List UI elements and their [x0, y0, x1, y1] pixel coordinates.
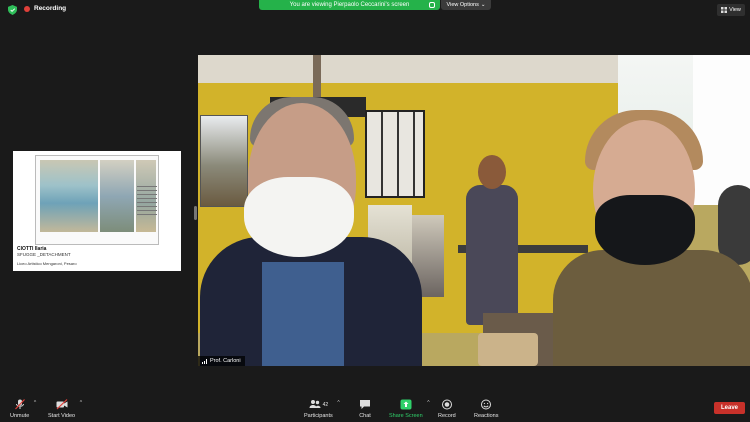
reactions-button[interactable]: Reactions	[474, 399, 498, 419]
slide-artwork-title: SFUGGE _DETACHMENT	[17, 252, 71, 257]
artwork-image	[35, 155, 159, 245]
slide-school-name: Liceo Artistico Mengaroni, Pesaro	[17, 261, 77, 266]
recording-indicator[interactable]: Recording	[24, 5, 66, 12]
chevron-up-icon[interactable]: ^	[427, 400, 429, 406]
share-screen-button[interactable]: Share Screen ^	[389, 399, 430, 419]
video-person-background	[464, 155, 520, 325]
chevron-up-icon[interactable]: ^	[34, 400, 36, 406]
mic-muted-icon	[14, 399, 25, 410]
record-button[interactable]: Record	[438, 399, 456, 419]
participants-icon	[309, 400, 321, 408]
start-video-button[interactable]: Start Video ^	[48, 399, 82, 419]
record-icon	[441, 399, 452, 410]
participants-button[interactable]: 42 Participants ^	[304, 399, 340, 419]
view-options-label: View Options	[446, 2, 479, 8]
recording-label: Recording	[34, 5, 67, 12]
reactions-icon	[481, 399, 492, 410]
artwork-handwriting	[137, 186, 157, 226]
participant-name: Prof. Carloni	[210, 358, 241, 364]
grid-view-icon	[721, 7, 728, 13]
top-bar: Recording You are viewing Pierpaolo Cecc…	[0, 0, 750, 20]
chat-button[interactable]: Chat	[359, 399, 371, 419]
participants-count: 42	[322, 401, 329, 408]
video-pole	[313, 55, 321, 100]
meeting-toolbar: Unmute ^ Start Video ^ 42 Participants ^	[0, 397, 750, 422]
chevron-down-icon: ⌄	[480, 2, 486, 8]
participant-video[interactable]	[198, 55, 750, 366]
reactions-label: Reactions	[474, 413, 499, 419]
shield-icon[interactable]	[8, 5, 17, 15]
lock-icon	[429, 2, 435, 8]
record-label: Record	[438, 413, 456, 419]
splitter-handle[interactable]	[194, 206, 197, 220]
artwork-panel	[40, 160, 98, 232]
shared-screen[interactable]: CIOTTI Ilaria SFUGGE _DETACHMENT Liceo A…	[13, 151, 181, 271]
participant-name-tag: Prof. Carloni	[198, 356, 245, 366]
share-screen-label: Share Screen	[389, 413, 423, 419]
chat-label: Chat	[359, 413, 371, 419]
screen-share-banner: You are viewing Pierpaolo Ceccarini's sc…	[259, 0, 440, 10]
artwork-panel	[100, 160, 134, 232]
share-screen-icon	[400, 399, 412, 410]
chevron-up-icon[interactable]: ^	[337, 400, 339, 406]
unmute-label: Unmute	[10, 413, 30, 419]
unmute-button[interactable]: Unmute ^	[10, 399, 36, 419]
signal-icon	[202, 358, 207, 364]
video-chair	[478, 333, 538, 366]
record-dot-icon	[24, 5, 30, 12]
leave-button[interactable]: Leave	[714, 402, 745, 414]
view-button[interactable]: View	[717, 4, 745, 16]
chevron-up-icon[interactable]: ^	[80, 400, 82, 406]
video-off-icon	[56, 399, 68, 410]
chat-icon	[360, 400, 370, 409]
banner-text: You are viewing Pierpaolo Ceccarini's sc…	[289, 2, 410, 8]
video-person-right	[553, 110, 750, 366]
video-person-left	[200, 97, 425, 366]
zoom-meeting-window: Recording You are viewing Pierpaolo Cecc…	[0, 0, 750, 422]
view-options-button[interactable]: View Options ⌄	[441, 0, 491, 10]
participants-label: Participants	[304, 413, 333, 419]
start-video-label: Start Video	[48, 413, 76, 419]
view-label: View	[729, 7, 741, 13]
